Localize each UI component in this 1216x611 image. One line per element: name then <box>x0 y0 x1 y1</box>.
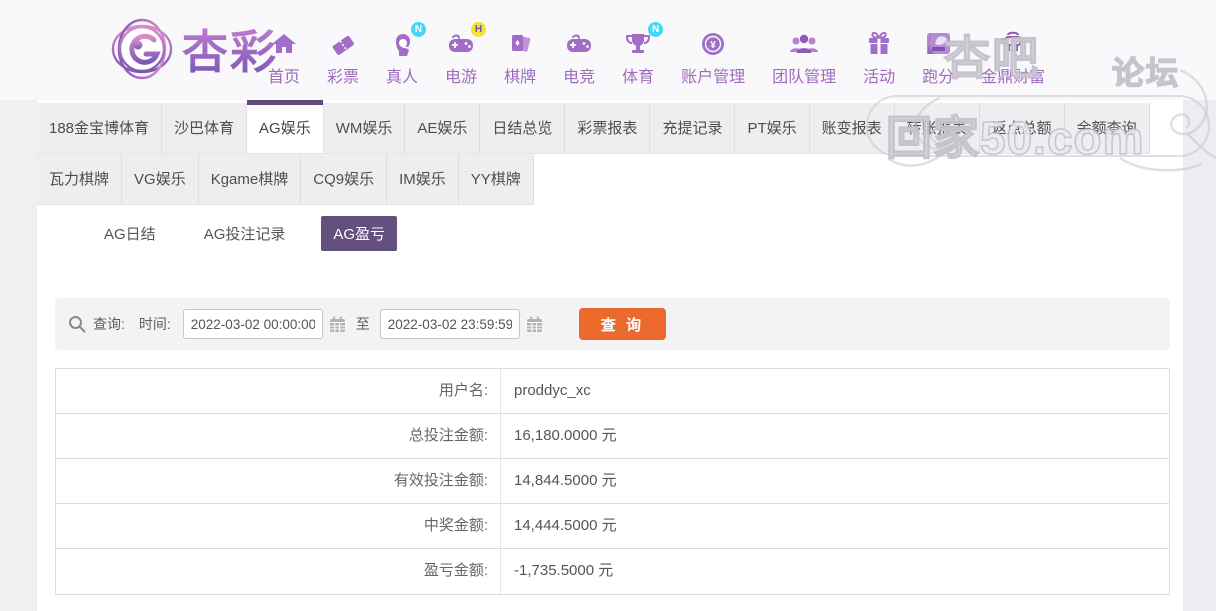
row-label: 盈亏金额: <box>56 549 501 594</box>
nav-label: 团队管理 <box>772 69 837 86</box>
nav-label: 账户管理 <box>681 69 746 86</box>
row-label: 有效投注金额: <box>56 459 501 503</box>
nav-item-esports[interactable]: 电竞 <box>563 28 595 87</box>
query-label: 查询: <box>93 316 125 332</box>
badge-h: H <box>471 22 487 37</box>
nav-label: 跑分 <box>922 69 955 86</box>
tab-ae[interactable]: AE娱乐 <box>405 103 481 154</box>
tab-caipiao[interactable]: 彩票报表 <box>565 103 651 154</box>
nav-label: 首页 <box>268 69 301 86</box>
nav-label: 彩票 <box>327 69 360 86</box>
subtab-ag-rijie[interactable]: AG日结 <box>92 216 168 251</box>
tab-row-1: 188金宝博体育 沙巴体育 AG娱乐 WM娱乐 AE娱乐 日结总览 彩票报表 充… <box>37 100 1183 154</box>
row-value: 14,844.5000 元 <box>514 472 617 489</box>
home-icon <box>272 34 296 53</box>
row-label: 中奖金额: <box>56 504 501 548</box>
main-panel: 188金宝博体育 沙巴体育 AG娱乐 WM娱乐 AE娱乐 日结总览 彩票报表 充… <box>37 100 1183 611</box>
nav-item-team[interactable]: 团队管理 <box>772 28 836 87</box>
nav-item-live[interactable]: N 真人 <box>386 22 427 87</box>
svg-text:¥: ¥ <box>710 40 716 51</box>
nav-item-paofen[interactable]: 跑分 <box>922 28 954 87</box>
nav-item-home[interactable]: 首页 <box>268 28 300 87</box>
tab-chongti[interactable]: 充提记录 <box>650 103 736 154</box>
tab-zhuanzhang[interactable]: 转账报表 <box>894 103 980 154</box>
tab-im[interactable]: IM娱乐 <box>387 154 459 205</box>
search-icon <box>69 316 86 333</box>
datetime-to-input[interactable] <box>379 309 520 339</box>
tab-shaba[interactable]: 沙巴体育 <box>162 103 248 154</box>
cards-icon <box>512 35 531 52</box>
nav-label: 电竞 <box>563 69 596 86</box>
nav-item-sports[interactable]: N 体育 <box>622 22 664 87</box>
brand-flower-icon <box>111 18 173 80</box>
row-label: 用户名: <box>56 369 501 413</box>
tab-rijie[interactable]: 日结总览 <box>480 103 566 154</box>
calendar-icon[interactable] <box>526 316 543 333</box>
tab-yue[interactable]: 余额查询 <box>1064 103 1150 154</box>
brand-name: 杏彩 <box>182 16 278 82</box>
tab-pt[interactable]: PT娱乐 <box>735 103 810 154</box>
badge-n: N <box>648 22 664 37</box>
live-person-icon <box>396 34 411 56</box>
tab-fandian[interactable]: 返点总额 <box>979 103 1065 154</box>
team-icon <box>790 34 819 53</box>
gift-icon <box>869 31 890 54</box>
tab-wali[interactable]: 瓦力棋牌 <box>37 154 123 205</box>
gamepad-icon <box>449 34 474 52</box>
row-value: -1,735.5000 元 <box>514 562 614 579</box>
tab-cq9[interactable]: CQ9娱乐 <box>301 154 388 205</box>
subtab-ag-yingkui[interactable]: AG盈亏 <box>321 215 398 251</box>
tab-188jinbaobo[interactable]: 188金宝博体育 <box>37 103 163 154</box>
ag-subtabs: AG日结 AG投注记录 AG盈亏 <box>92 215 1183 251</box>
tab-ag-active[interactable]: AG娱乐 <box>247 100 324 154</box>
nav-item-egames[interactable]: H 电游 <box>445 22 487 87</box>
datetime-from-input[interactable] <box>182 309 323 339</box>
to-separator: 至 <box>355 316 370 332</box>
nav-label: 棋牌 <box>504 69 537 86</box>
ticket-icon <box>332 35 354 55</box>
nav-label: 活动 <box>863 69 896 86</box>
nav-item-activity[interactable]: 活动 <box>863 28 895 87</box>
nav-label: 金鼎财富 <box>981 69 1046 86</box>
right-strip <box>1183 100 1216 611</box>
row-value: proddyc_xc <box>514 382 591 399</box>
time-label: 时间: <box>138 316 171 332</box>
nav-item-cards[interactable]: 棋牌 <box>504 28 536 87</box>
nav-item-account[interactable]: ¥ 账户管理 <box>681 28 745 87</box>
main-nav: 首页 彩票 N 真人 H 电游 棋牌 电竞 N 体育 ¥ 账户管理 团队管理 活… <box>268 22 1045 87</box>
table-row-valid-bet: 有效投注金额: 14,844.5000 元 <box>56 459 1169 504</box>
badge-n: N <box>411 22 427 37</box>
search-bar: 查询: 时间: 至 查 询 <box>55 298 1170 350</box>
tab-zhangbian[interactable]: 账变报表 <box>809 103 895 154</box>
nav-label: 体育 <box>622 69 655 86</box>
tab-vg[interactable]: VG娱乐 <box>122 154 199 205</box>
query-button[interactable]: 查 询 <box>578 308 666 340</box>
row-label: 总投注金额: <box>56 414 501 458</box>
paofen-icon <box>927 33 951 54</box>
tab-wm[interactable]: WM娱乐 <box>323 103 406 154</box>
coin-yuan-icon: ¥ <box>702 33 725 55</box>
nav-label: 电游 <box>445 69 478 86</box>
nav-item-jinding[interactable]: 金鼎财富 <box>981 28 1045 87</box>
nav-label: 真人 <box>386 69 419 86</box>
table-row-username: 用户名: proddyc_xc <box>56 369 1169 414</box>
calendar-icon[interactable] <box>329 316 346 333</box>
ding-cauldron-icon <box>1001 31 1026 52</box>
brand-logo[interactable]: 杏彩 <box>110 16 278 82</box>
nav-item-lottery[interactable]: 彩票 <box>327 28 359 87</box>
table-row-profit-loss: 盈亏金额: -1,735.5000 元 <box>56 549 1169 594</box>
row-value: 14,444.5000 元 <box>514 517 617 534</box>
report-tabs: 188金宝博体育 沙巴体育 AG娱乐 WM娱乐 AE娱乐 日结总览 彩票报表 充… <box>37 100 1183 205</box>
row-value: 16,180.0000 元 <box>514 427 617 444</box>
table-row-win-amount: 中奖金额: 14,444.5000 元 <box>56 504 1169 549</box>
tab-row-2: 瓦力棋牌 VG娱乐 Kgame棋牌 CQ9娱乐 IM娱乐 YY棋牌 <box>37 154 1183 205</box>
subtab-ag-touzhu[interactable]: AG投注记录 <box>192 216 298 251</box>
esports-gamepad-icon <box>567 34 592 52</box>
profit-summary-table: 用户名: proddyc_xc 总投注金额: 16,180.0000 元 有效投… <box>55 368 1170 595</box>
tab-yy[interactable]: YY棋牌 <box>458 154 534 205</box>
table-row-total-bet: 总投注金额: 16,180.0000 元 <box>56 414 1169 459</box>
tab-kgame[interactable]: Kgame棋牌 <box>198 154 302 205</box>
trophy-icon <box>626 34 651 53</box>
